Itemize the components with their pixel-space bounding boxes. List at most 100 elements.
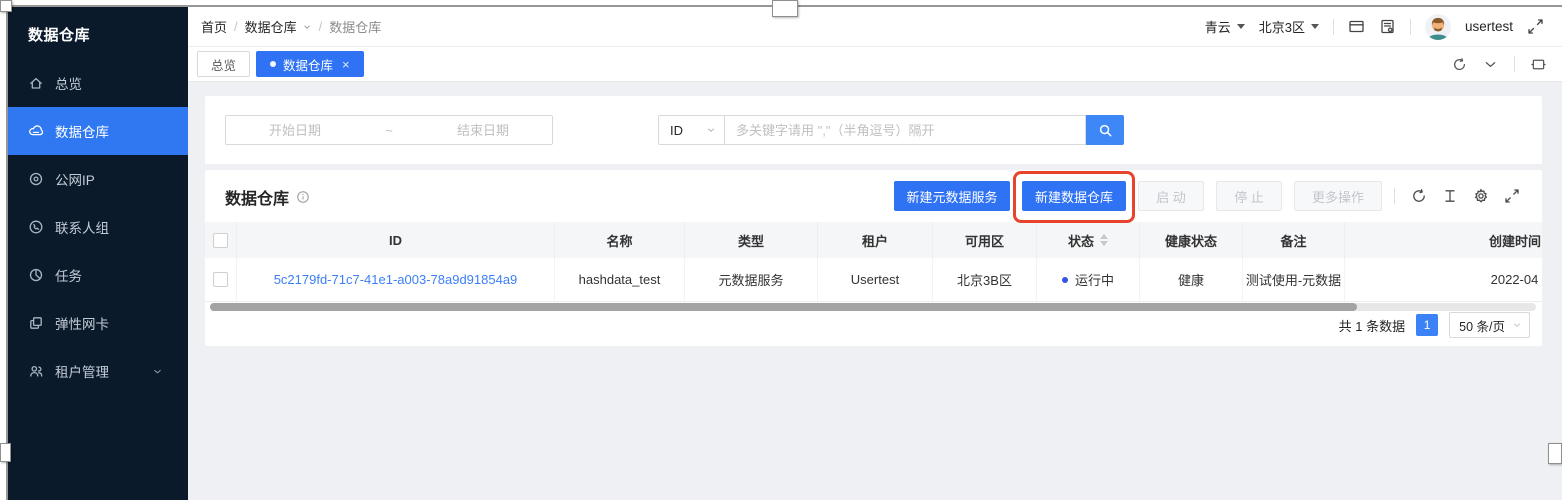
row-checkbox[interactable] xyxy=(213,272,228,287)
column-header-tenant[interactable]: 租户 xyxy=(818,222,933,258)
gear-icon[interactable] xyxy=(1473,188,1489,204)
column-header-type[interactable]: 类型 xyxy=(685,222,818,258)
search-field-value: ID xyxy=(670,122,683,138)
row-id-link[interactable]: 5c2179fd-71c7-41e1-a003-78a9d91854a9 xyxy=(274,272,518,287)
sidebar-item-tenant-management[interactable]: 租户管理 xyxy=(8,347,188,395)
work-order-icon[interactable] xyxy=(1379,18,1396,35)
resize-handle-bottom-left[interactable] xyxy=(0,443,11,462)
keyword-input[interactable] xyxy=(724,115,1086,145)
horizontal-scrollbar[interactable] xyxy=(210,303,1536,311)
row-remark: 测试使用-元数据 xyxy=(1243,258,1345,301)
refresh-icon[interactable] xyxy=(1411,188,1427,204)
pagination: 共 1 条数据 1 50 条/页 xyxy=(1339,311,1530,339)
start-date-input[interactable] xyxy=(236,122,354,138)
sidebar-item-elastic-nic[interactable]: 弹性网卡 xyxy=(8,299,188,347)
region-name: 北京3区 xyxy=(1258,20,1305,35)
column-header-health[interactable]: 健康状态 xyxy=(1140,222,1243,258)
chevron-down-icon xyxy=(1513,323,1521,327)
card-head: 数据仓库 新建元数据服务 新建数据仓库 启 动 停 止 更多操作 xyxy=(205,170,1542,223)
org-selector[interactable]: 青云 xyxy=(1205,17,1245,36)
create-data-warehouse-button[interactable]: 新建数据仓库 xyxy=(1022,181,1126,211)
date-range-picker[interactable]: ~ xyxy=(225,115,553,145)
refresh-icon[interactable] xyxy=(1452,57,1467,72)
topbar: 首页 / 数据仓库 / 数据仓库 青云 北京3区 usertest xyxy=(188,7,1562,47)
table-row: 5c2179fd-71c7-41e1-a003-78a9d91854a9 has… xyxy=(205,258,1542,302)
search-icon xyxy=(1099,124,1111,136)
sidebar-item-contact-group[interactable]: 联系人组 xyxy=(8,203,188,251)
page-1-button[interactable]: 1 xyxy=(1416,314,1439,336)
sidebar-item-label: 数据仓库 xyxy=(55,125,109,140)
row-type: 元数据服务 xyxy=(685,258,818,301)
search-button[interactable] xyxy=(1086,115,1124,145)
sidebar-item-public-ip[interactable]: 公网IP xyxy=(8,155,188,203)
row-tenant: Usertest xyxy=(818,258,933,301)
tenant-icon xyxy=(30,365,43,377)
active-dot-icon xyxy=(270,61,277,67)
region-selector[interactable]: 北京3区 xyxy=(1259,17,1319,36)
expand-icon[interactable] xyxy=(1504,188,1520,204)
start-button[interactable]: 启 动 xyxy=(1138,181,1204,211)
sidebar-item-data-warehouse[interactable]: 数据仓库 xyxy=(8,107,188,155)
content: ~ ID 数据仓库 xyxy=(188,82,1562,500)
sidebar-item-tasks[interactable]: 任务 xyxy=(8,251,188,299)
home-icon xyxy=(30,77,42,89)
breadcrumb-separator: / xyxy=(234,19,238,34)
sort-icon[interactable] xyxy=(1100,234,1108,246)
chevron-down-icon xyxy=(154,369,161,373)
topbar-right: 青云 北京3区 usertest xyxy=(1205,13,1544,40)
sidebar-item-overview[interactable]: 总览 xyxy=(8,59,188,107)
column-header-name[interactable]: 名称 xyxy=(555,222,685,258)
search-field-select[interactable]: ID xyxy=(658,115,724,145)
table: ID 名称 类型 租户 可用区 状态 健康状态 备注 创建时间 5c2179fd… xyxy=(205,222,1542,302)
row-height-icon[interactable] xyxy=(1442,188,1458,204)
chevron-down-icon[interactable] xyxy=(302,22,312,32)
tab-overview[interactable]: 总览 xyxy=(197,51,251,77)
caret-down-icon xyxy=(1236,24,1245,29)
column-header-status[interactable]: 状态 xyxy=(1037,222,1140,258)
breadcrumb-home[interactable]: 首页 xyxy=(201,17,227,36)
column-header-id[interactable]: ID xyxy=(237,222,555,258)
resize-handle-top-center[interactable] xyxy=(772,0,798,17)
column-header-remark[interactable]: 备注 xyxy=(1243,222,1345,258)
sidebar-item-label: 弹性网卡 xyxy=(55,317,109,332)
chevron-down-icon xyxy=(707,128,715,132)
username[interactable]: usertest xyxy=(1465,19,1513,34)
table-card: 数据仓库 新建元数据服务 新建数据仓库 启 动 停 止 更多操作 ID 名称 类… xyxy=(205,170,1542,346)
fullscreen-icon[interactable] xyxy=(1527,18,1544,35)
sidebar-item-label: 公网IP xyxy=(55,173,95,188)
resize-handle-top-left[interactable] xyxy=(0,0,12,12)
nic-icon xyxy=(30,317,42,329)
divider xyxy=(1409,18,1411,35)
stop-button[interactable]: 停 止 xyxy=(1216,181,1282,211)
task-icon xyxy=(29,268,43,282)
section-title: 数据仓库 xyxy=(225,185,310,209)
row-zone: 北京3B区 xyxy=(933,258,1037,301)
avatar-image xyxy=(1424,13,1451,40)
head-actions: 新建元数据服务 新建数据仓库 启 动 停 止 更多操作 xyxy=(894,171,1520,223)
info-icon[interactable] xyxy=(296,190,310,204)
avatar[interactable] xyxy=(1424,13,1451,40)
horizontal-scrollbar-thumb[interactable] xyxy=(210,303,1357,311)
sidebar: 数据仓库 总览 数据仓库 公网IP 联系人组 任务 弹性网卡 租户管理 xyxy=(8,7,188,500)
column-header-created[interactable]: 创建时间 xyxy=(1345,222,1542,258)
more-actions-button[interactable]: 更多操作 xyxy=(1294,181,1382,211)
tab-data-warehouse[interactable]: 数据仓库 × xyxy=(256,51,364,77)
create-metadata-service-button[interactable]: 新建元数据服务 xyxy=(894,181,1010,211)
billing-icon[interactable] xyxy=(1348,18,1365,35)
resize-handle-bottom-right[interactable] xyxy=(1548,443,1562,464)
breadcrumb-current: 数据仓库 xyxy=(329,20,382,35)
sidebar-title: 数据仓库 xyxy=(28,27,91,44)
close-icon[interactable]: × xyxy=(342,58,350,71)
caret-down-icon xyxy=(1310,24,1319,29)
viewport-left-line xyxy=(6,5,8,500)
chevron-down-icon[interactable] xyxy=(1483,57,1498,72)
breadcrumb-parent[interactable]: 数据仓库 xyxy=(245,17,297,36)
end-date-input[interactable] xyxy=(424,122,542,138)
maximize-icon[interactable] xyxy=(1531,57,1546,72)
page-size-select[interactable]: 50 条/页 xyxy=(1449,312,1530,338)
column-header-zone[interactable]: 可用区 xyxy=(933,222,1037,258)
warehouse-icon xyxy=(29,125,44,136)
range-separator: ~ xyxy=(385,122,393,138)
select-all-checkbox[interactable] xyxy=(213,232,228,248)
row-name: hashdata_test xyxy=(555,258,685,301)
